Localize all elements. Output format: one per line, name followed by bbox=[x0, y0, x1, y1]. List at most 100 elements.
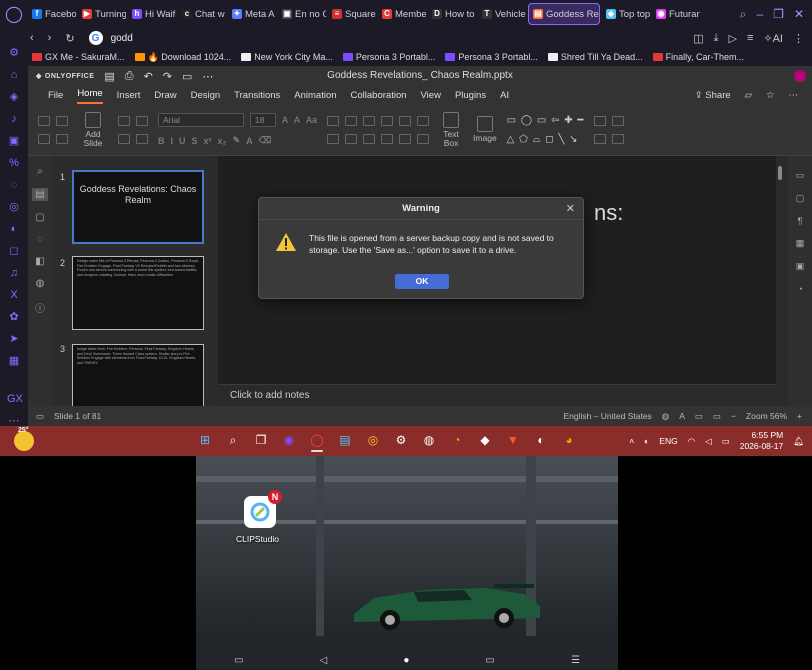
mods-icon[interactable]: ◈ bbox=[7, 90, 21, 104]
bullets-icon[interactable] bbox=[327, 115, 340, 126]
share-button[interactable]: ⇪ Share bbox=[695, 90, 731, 101]
fit-width-icon[interactable]: ▭ bbox=[713, 411, 721, 422]
fit-slide-icon[interactable]: ▭ bbox=[695, 411, 703, 422]
copy-icon[interactable] bbox=[38, 115, 50, 126]
browser-tab[interactable]: C Membe bbox=[378, 3, 426, 25]
browser-tab[interactable]: ▶ Turning bbox=[78, 3, 126, 25]
multilevel-icon[interactable] bbox=[363, 115, 376, 126]
browser-tab[interactable]: h Hi Waif bbox=[128, 3, 176, 25]
weather-widget[interactable]: 25° bbox=[14, 427, 34, 451]
paste-icon[interactable] bbox=[38, 133, 50, 144]
search-tabs-icon[interactable]: ⌕ bbox=[740, 7, 747, 22]
ribbon-tab[interactable]: Home bbox=[77, 88, 103, 104]
steam-icon[interactable]: ◍ bbox=[420, 430, 438, 450]
announce-icon[interactable]: ◧ bbox=[35, 256, 44, 267]
forward-icon[interactable]: › bbox=[48, 32, 52, 44]
bold-icon[interactable]: B bbox=[158, 136, 165, 146]
x-icon[interactable]: X bbox=[7, 288, 21, 302]
ribbon-tab[interactable]: Draw bbox=[154, 90, 176, 104]
ribbon-tab[interactable]: View bbox=[421, 90, 441, 104]
scroll-thumb[interactable] bbox=[778, 166, 782, 180]
increase-indent-icon[interactable] bbox=[399, 115, 412, 126]
image-button[interactable]: Image bbox=[473, 116, 497, 143]
decrease-font-icon[interactable]: A bbox=[294, 115, 300, 125]
subscript-icon[interactable]: x₂ bbox=[218, 136, 227, 146]
input-language[interactable]: ENG bbox=[659, 436, 677, 446]
clock[interactable]: 6:55 PM 2026-08-17 bbox=[740, 430, 783, 452]
zoom-in-icon[interactable]: + bbox=[797, 411, 802, 421]
ribbon-tab[interactable]: Collaboration bbox=[351, 90, 407, 104]
browser-tab[interactable]: c Chat w bbox=[178, 3, 226, 25]
decrease-indent-icon[interactable] bbox=[381, 115, 394, 126]
wifi-icon[interactable]: ◠ bbox=[688, 436, 695, 447]
canvas-scrollbar[interactable] bbox=[776, 158, 784, 384]
ok-button[interactable]: OK bbox=[395, 274, 449, 289]
instagram-icon[interactable]: ◻ bbox=[7, 244, 21, 258]
extension-icon[interactable]: ▦ bbox=[7, 354, 21, 368]
screen-mirror-icon[interactable]: ▭ bbox=[234, 655, 243, 666]
browser-tab[interactable]: D How to bbox=[428, 3, 476, 25]
download-icon[interactable]: ⤓ bbox=[714, 32, 719, 45]
recents-icon[interactable]: ▭ bbox=[485, 655, 494, 666]
gx-control-icon[interactable]: ⚙ bbox=[7, 46, 21, 60]
superscript-icon[interactable]: x² bbox=[204, 136, 212, 146]
gx-icon[interactable]: GX bbox=[7, 392, 23, 406]
inkscape-icon[interactable]: ◆ bbox=[476, 430, 494, 450]
start-icon[interactable]: ⊞ bbox=[196, 430, 214, 450]
change-case-icon[interactable]: Aa bbox=[306, 115, 317, 125]
slide-thumbnail-1[interactable]: Goddess Revelations: Chaos Realm bbox=[72, 170, 204, 244]
bookmark-item[interactable]: 🔥 Download 1024... bbox=[134, 52, 231, 63]
browser-tab[interactable]: ≡ Square bbox=[328, 3, 376, 25]
underline-icon[interactable]: U bbox=[179, 136, 186, 146]
language-select[interactable]: English – United States bbox=[563, 411, 651, 421]
favorite-icon[interactable]: ☆ bbox=[766, 90, 775, 101]
undo-icon[interactable]: ↶ bbox=[144, 70, 153, 83]
close-icon[interactable]: ✕ bbox=[566, 198, 575, 220]
reload-icon[interactable]: ↻ bbox=[65, 32, 74, 45]
theme-icon[interactable] bbox=[136, 133, 148, 144]
clear-style-icon[interactable]: ⌫ bbox=[259, 135, 272, 146]
music-icon[interactable]: ♪ bbox=[7, 112, 21, 126]
ribbon-tab[interactable]: Insert bbox=[117, 90, 141, 104]
avatar[interactable] bbox=[794, 70, 806, 82]
menu-icon[interactable]: ⋮ bbox=[793, 32, 804, 45]
align-left-icon[interactable] bbox=[327, 133, 340, 144]
highlight-icon[interactable]: ✎ bbox=[233, 135, 241, 146]
arrange-icon[interactable] bbox=[594, 115, 607, 126]
slide-size-icon[interactable] bbox=[118, 133, 130, 144]
back-icon[interactable]: ◁ bbox=[320, 655, 328, 666]
comments-icon[interactable]: ▢ bbox=[35, 212, 44, 223]
open-location-icon[interactable]: ▱ bbox=[745, 90, 752, 101]
easy-setup-icon[interactable]: ≡ bbox=[747, 32, 753, 44]
notes-area[interactable]: Click to add notes bbox=[218, 384, 776, 406]
chevron-up-icon[interactable]: ˄ bbox=[629, 436, 634, 446]
align-right-icon[interactable] bbox=[363, 133, 376, 144]
send-icon[interactable]: ▷ bbox=[728, 32, 736, 45]
more-menu-icon[interactable]: ⋯ bbox=[789, 90, 799, 101]
zoom-level[interactable]: Zoom 56% bbox=[746, 411, 787, 421]
bookmark-item[interactable]: GX Me - SakuraM... bbox=[32, 52, 125, 62]
slide-thumbnail-2[interactable]: Design notes Mix of Persona 3 Reload, Pe… bbox=[72, 256, 204, 330]
redo-icon[interactable]: ↷ bbox=[163, 70, 172, 83]
twitch-icon[interactable]: ▣ bbox=[7, 134, 21, 148]
add-slide-button[interactable]: Add Slide bbox=[78, 111, 108, 148]
shape-settings-icon[interactable]: ▢ bbox=[796, 193, 805, 204]
justify-icon[interactable] bbox=[381, 133, 394, 144]
ribbon-tab[interactable]: File bbox=[48, 90, 63, 104]
bluesky-icon[interactable]: ✿ bbox=[7, 310, 21, 324]
text-settings-icon[interactable]: ¶ bbox=[798, 216, 803, 226]
search-icon[interactable]: ⌕ bbox=[224, 430, 242, 450]
spellcheck-toggle-icon[interactable]: A bbox=[679, 411, 685, 421]
table-settings-icon[interactable]: ▦ bbox=[796, 238, 805, 249]
tiktok-icon[interactable]: ♫ bbox=[7, 266, 21, 280]
obs-icon[interactable]: ◐ bbox=[532, 430, 550, 450]
font-name-select[interactable]: Arial bbox=[158, 113, 244, 127]
ribbon-tab[interactable]: Plugins bbox=[455, 90, 486, 104]
font-size-select[interactable]: 18 bbox=[250, 113, 276, 127]
slide-panel-toggle-icon[interactable]: ▭ bbox=[36, 411, 44, 422]
url-field[interactable]: G godd bbox=[88, 31, 133, 45]
layout-icon[interactable] bbox=[118, 115, 130, 126]
chat-icon[interactable]: ◌ bbox=[37, 234, 43, 245]
battery-icon[interactable]: ▭ bbox=[722, 436, 730, 447]
settings-sliders-icon[interactable]: ☰ bbox=[571, 655, 580, 666]
